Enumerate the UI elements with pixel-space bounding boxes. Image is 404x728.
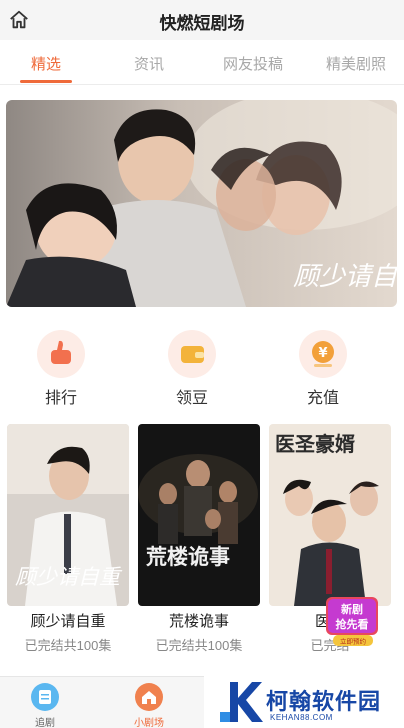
nav-item-follow[interactable]: 追剧 <box>15 683 75 728</box>
top-bar: 快燃短剧场 <box>0 0 404 40</box>
collect-beans-button[interactable]: 领豆 <box>142 330 242 408</box>
divider <box>0 84 404 85</box>
bookshelf-icon <box>31 683 59 711</box>
hero-banner[interactable]: 顾少请自重 <box>6 100 397 307</box>
recharge-label: 充值 <box>306 390 339 407</box>
wallet-icon <box>168 330 216 378</box>
watermark: 柯翰软件园 KEHAN88.COM <box>204 676 404 728</box>
svg-text:立即预约: 立即预约 <box>340 637 366 646</box>
tab-news[interactable]: 资讯 <box>134 53 164 74</box>
tab-featured[interactable]: 精选 <box>31 53 61 74</box>
drama-title: 荒楼诡事 <box>168 613 229 630</box>
svg-text:顾少请自重: 顾少请自重 <box>15 565 123 589</box>
drama-poster: 顾少请自重 <box>7 424 129 606</box>
yen-coin-icon: ¥ <box>299 330 347 378</box>
watermark-site: KEHAN88.COM <box>270 713 333 722</box>
drama-title: 顾少请自重 <box>30 613 106 630</box>
drama-card[interactable]: 荒楼诡事 荒楼诡事 已完结共100集 <box>138 424 260 654</box>
drama-status: 已完结共100集 <box>24 638 112 653</box>
banner-title-art: 顾少请自重 <box>293 262 397 292</box>
active-tab-indicator <box>20 80 72 83</box>
category-tabs: 精选 资讯 网友投稿 精美剧照 <box>0 40 404 84</box>
nav-label: 追剧 <box>35 718 55 728</box>
tab-stills[interactable]: 精美剧照 <box>326 53 386 74</box>
nav-item-theater[interactable]: 小剧场 <box>119 683 179 728</box>
svg-text:医圣豪婿: 医圣豪婿 <box>275 432 355 456</box>
kehan-logo-icon <box>220 682 263 722</box>
ranking-button[interactable]: 排行 <box>11 330 111 408</box>
new-drama-promo-badge[interactable]: 新剧 抢先看 立即预约 <box>323 591 383 649</box>
banner-image: 顾少请自重 <box>6 100 397 307</box>
thumbs-up-icon <box>37 330 85 378</box>
drama-poster: 医圣豪婿 <box>269 424 391 606</box>
nav-label: 小剧场 <box>134 718 164 728</box>
page-title: 快燃短剧场 <box>159 14 245 33</box>
svg-text:抢先看: 抢先看 <box>336 617 369 631</box>
drama-card[interactable]: 顾少请自重 顾少请自重 已完结共100集 <box>7 424 129 654</box>
watermark-brand: 柯翰软件园 <box>266 689 382 714</box>
drama-poster: 荒楼诡事 <box>138 424 260 606</box>
ranking-label: 排行 <box>44 390 77 407</box>
tab-user-submissions[interactable]: 网友投稿 <box>223 53 283 74</box>
home-icon <box>135 683 163 711</box>
collect-beans-label: 领豆 <box>175 390 208 407</box>
svg-text:荒楼诡事: 荒楼诡事 <box>146 544 230 569</box>
svg-text:¥: ¥ <box>318 346 327 361</box>
drama-status: 已完结共100集 <box>155 638 243 653</box>
recharge-button[interactable]: ¥ 充值 <box>273 330 373 408</box>
svg-text:新剧: 新剧 <box>341 602 363 616</box>
